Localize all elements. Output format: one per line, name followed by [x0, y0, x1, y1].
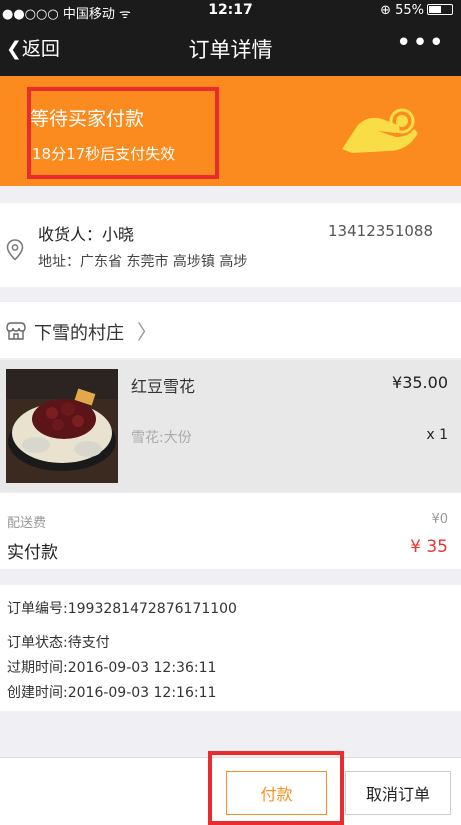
total-paid-value: ¥ 35 [410, 537, 448, 557]
payment-summary: 配送费 ¥0 实付款 ¥ 35 [0, 493, 461, 569]
shop-row[interactable]: 下雪的村庄 〉 [0, 302, 461, 358]
hand-coin-icon [342, 108, 418, 153]
more-menu-icon[interactable]: ••• [396, 28, 445, 58]
order-create-time: 创建时间:2016-09-03 12:16:11 [7, 685, 217, 701]
product-spec: 雪花:大份 [131, 430, 192, 446]
product-quantity: x 1 [426, 427, 448, 443]
recipient-name: 收货人：小晓 [38, 225, 135, 244]
recipient-phone: 13412351088 [328, 222, 433, 240]
cancel-order-button[interactable]: 取消订单 [345, 771, 451, 815]
status-bar: ●●○○○ 中国移动 ᯤ 12:17 ⊕ 55% [0, 0, 461, 22]
battery-icon [427, 4, 453, 15]
highlight-box-pay [208, 751, 344, 825]
battery-indicator: ⊕ 55% [380, 3, 453, 18]
order-info: 订单编号:1993281472876171100 订单状态:待支付 过期时间:2… [0, 585, 461, 711]
order-number: 订单编号:1993281472876171100 [7, 601, 237, 617]
delivery-fee-label: 配送费 [7, 516, 47, 531]
order-expire-time: 过期时间:2016-09-03 12:36:11 [7, 660, 217, 676]
shop-name: 下雪的村庄 [34, 323, 124, 344]
product-name: 红豆雪花 [131, 377, 196, 396]
recipient-address: 地址：广东省 东莞市 高埗镇 高埗 [38, 254, 248, 270]
order-status: 订单状态:待支付 [7, 635, 110, 651]
total-paid-label: 实付款 [7, 543, 58, 563]
product-thumbnail [6, 369, 118, 483]
product-item[interactable]: 红豆雪花 ¥35.00 雪花:大份 x 1 [0, 360, 461, 492]
chevron-right-icon: 〉 [137, 320, 157, 344]
store-icon [6, 322, 26, 340]
delivery-fee-value: ¥0 [431, 512, 448, 527]
product-price: ¥35.00 [392, 373, 448, 392]
shipping-address-card[interactable]: 收货人：小晓 13412351088 地址：广东省 东莞市 高埗镇 高埗 [0, 203, 461, 287]
location-pin-icon [6, 239, 24, 261]
top-bar: ●●○○○ 中国移动 ᯤ 12:17 ⊕ 55% ❮返回 订单详情 ••• [0, 0, 461, 76]
battery-label: ⊕ 55% [380, 3, 424, 18]
page-title: 订单详情 [188, 38, 273, 62]
highlight-box-banner [27, 87, 219, 179]
